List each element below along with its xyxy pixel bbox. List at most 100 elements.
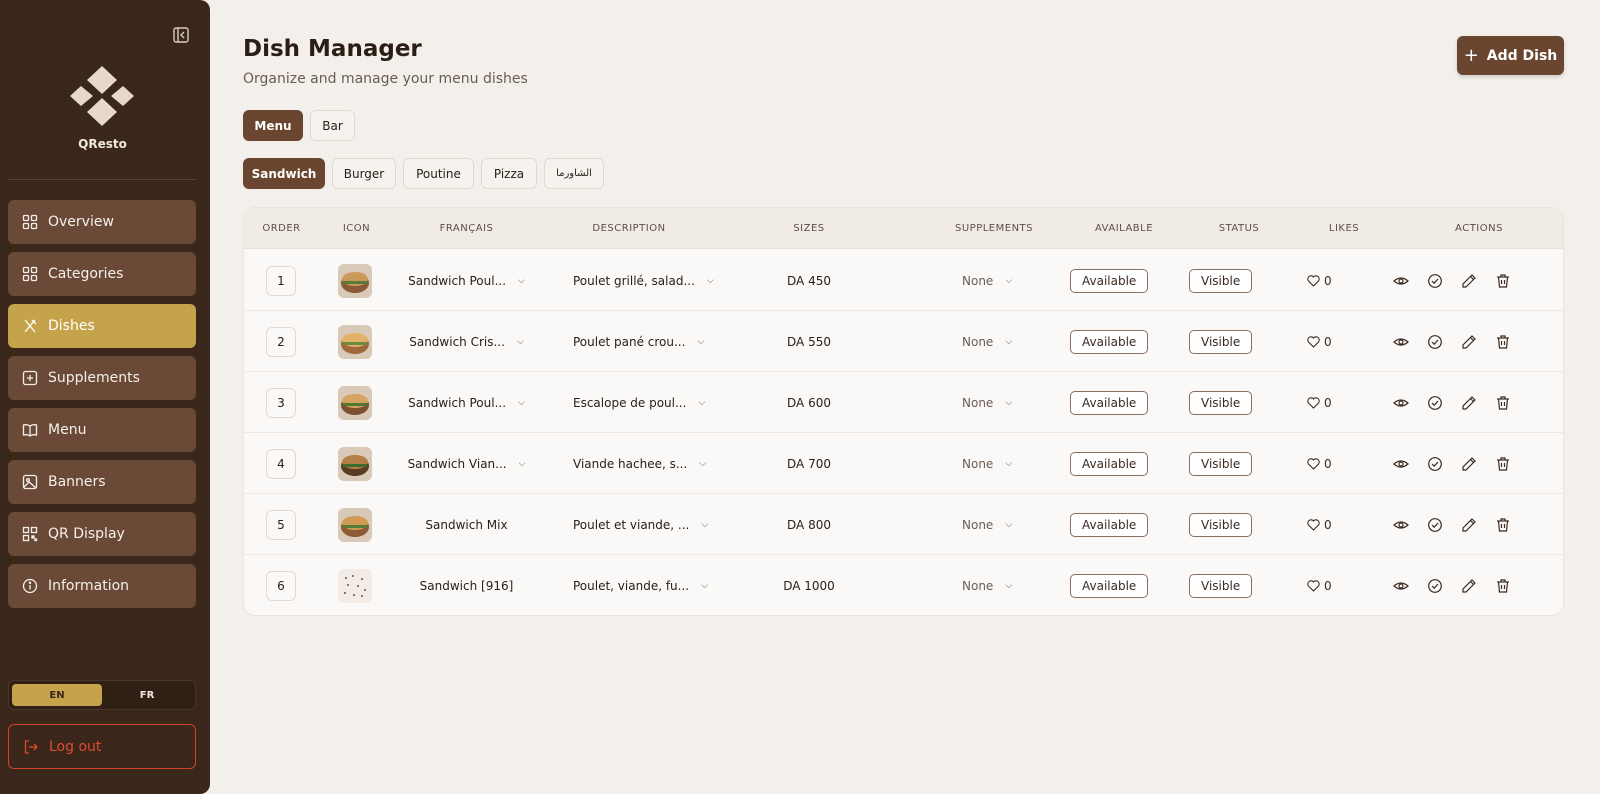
status-toggle[interactable]: Visible — [1189, 451, 1253, 476]
supplements-cell[interactable]: None ⌵ — [962, 433, 1012, 494]
pencil-icon[interactable] — [1461, 395, 1477, 411]
sidebar-item-qr-display[interactable]: QR Display — [8, 512, 196, 556]
table-row: 1 Sandwich Poul... ⌵ Poulet grillé, salad… — [244, 250, 1563, 311]
available-toggle[interactable]: Available — [1070, 451, 1149, 476]
description-cell[interactable]: Poulet grillé, salad... ⌵ — [573, 250, 714, 311]
trash-icon[interactable] — [1495, 517, 1511, 533]
pencil-icon[interactable] — [1461, 456, 1477, 472]
eye-icon[interactable] — [1393, 395, 1409, 411]
eye-icon[interactable] — [1393, 517, 1409, 533]
sidebar-item-dishes[interactable]: Dishes — [8, 304, 196, 348]
supplements-cell[interactable]: None ⌵ — [962, 311, 1012, 372]
order-input[interactable]: 1 — [266, 265, 296, 296]
available-toggle[interactable]: Available — [1070, 268, 1149, 293]
language-fr-button[interactable]: FR — [102, 684, 192, 706]
trash-icon[interactable] — [1495, 273, 1511, 289]
icon-cell — [338, 250, 372, 311]
chevron-down-icon[interactable]: ⌵ — [699, 459, 706, 469]
supplements-cell[interactable]: None ⌵ — [962, 250, 1012, 311]
dish-thumbnail — [338, 568, 372, 603]
chevron-down-icon[interactable]: ⌵ — [1005, 337, 1012, 347]
description-cell[interactable]: Poulet, viande, fu... ⌵ — [573, 555, 708, 615]
pencil-icon[interactable] — [1461, 334, 1477, 350]
name-cell[interactable]: Sandwich Poul... ⌵ — [394, 250, 539, 311]
name-cell[interactable]: Sandwich Poul... ⌵ — [394, 372, 539, 433]
status-toggle[interactable]: Visible — [1189, 268, 1253, 293]
category-tab-poutine[interactable]: Poutine — [403, 158, 474, 189]
chevron-down-icon[interactable]: ⌵ — [1005, 581, 1012, 591]
chevron-down-icon[interactable]: ⌵ — [707, 276, 714, 286]
sidebar-item-categories[interactable]: Categories — [8, 252, 196, 296]
category-tab-pizza[interactable]: Pizza — [481, 158, 537, 189]
tab-menu[interactable]: Menu — [243, 110, 303, 141]
order-input[interactable]: 4 — [266, 448, 296, 479]
order-input[interactable]: 2 — [266, 326, 296, 357]
sidebar-item-supplements[interactable]: Supplements — [8, 356, 196, 400]
chevron-down-icon[interactable]: ⌵ — [519, 459, 526, 469]
check-circle-icon[interactable] — [1427, 578, 1443, 594]
chevron-down-icon[interactable]: ⌵ — [518, 276, 525, 286]
supplements-cell[interactable]: None ⌵ — [962, 372, 1012, 433]
status-toggle[interactable]: Visible — [1189, 512, 1253, 537]
name-cell[interactable]: Sandwich Vian... ⌵ — [394, 433, 539, 494]
check-circle-icon[interactable] — [1427, 273, 1443, 289]
language-en-button[interactable]: EN — [12, 684, 102, 706]
available-toggle[interactable]: Available — [1070, 390, 1149, 415]
available-toggle[interactable]: Available — [1070, 512, 1149, 537]
available-toggle[interactable]: Available — [1070, 329, 1149, 354]
chevron-down-icon[interactable]: ⌵ — [1005, 398, 1012, 408]
description-cell[interactable]: Escalope de poul... ⌵ — [573, 372, 705, 433]
chevron-down-icon[interactable]: ⌵ — [697, 337, 704, 347]
name-cell[interactable]: Sandwich Cris... ⌵ — [394, 311, 539, 372]
description-cell[interactable]: Viande hachee, s... ⌵ — [573, 433, 706, 494]
trash-icon[interactable] — [1495, 456, 1511, 472]
status-toggle[interactable]: Visible — [1189, 573, 1253, 598]
sidebar-item-banners[interactable]: Banners — [8, 460, 196, 504]
check-circle-icon[interactable] — [1427, 395, 1443, 411]
eye-icon[interactable] — [1393, 273, 1409, 289]
chevron-down-icon[interactable]: ⌵ — [701, 520, 708, 530]
description-cell[interactable]: Poulet pané crou... ⌵ — [573, 311, 704, 372]
check-circle-icon[interactable] — [1427, 456, 1443, 472]
add-dish-button[interactable]: + Add Dish — [1457, 36, 1564, 75]
pencil-icon[interactable] — [1461, 273, 1477, 289]
chevron-down-icon[interactable]: ⌵ — [701, 581, 708, 591]
eye-icon[interactable] — [1393, 456, 1409, 472]
chevron-down-icon[interactable]: ⌵ — [517, 337, 524, 347]
trash-icon[interactable] — [1495, 395, 1511, 411]
collapse-sidebar-icon[interactable] — [172, 26, 190, 44]
status-toggle[interactable]: Visible — [1189, 329, 1253, 354]
eye-icon[interactable] — [1393, 334, 1409, 350]
pencil-icon[interactable] — [1461, 517, 1477, 533]
supplements-cell[interactable]: None ⌵ — [962, 555, 1012, 615]
order-input[interactable]: 5 — [266, 509, 296, 540]
eye-icon[interactable] — [1393, 578, 1409, 594]
chevron-down-icon[interactable]: ⌵ — [518, 398, 525, 408]
category-tab-sandwich[interactable]: Sandwich — [243, 158, 325, 189]
chevron-down-icon[interactable]: ⌵ — [698, 398, 705, 408]
trash-icon[interactable] — [1495, 334, 1511, 350]
chevron-down-icon[interactable]: ⌵ — [1005, 459, 1012, 469]
status-toggle[interactable]: Visible — [1189, 390, 1253, 415]
likes-cell: 0 — [1307, 372, 1332, 433]
check-circle-icon[interactable] — [1427, 517, 1443, 533]
sidebar-item-menu[interactable]: Menu — [8, 408, 196, 452]
order-input[interactable]: 6 — [266, 570, 296, 601]
sidebar-item-information[interactable]: Information — [8, 564, 196, 608]
order-input[interactable]: 3 — [266, 387, 296, 418]
chevron-down-icon[interactable]: ⌵ — [1005, 276, 1012, 286]
page-subtitle: Organize and manage your menu dishes — [243, 71, 528, 87]
tab-bar[interactable]: Bar — [310, 110, 355, 141]
supplements-cell[interactable]: None ⌵ — [962, 494, 1012, 555]
trash-icon[interactable] — [1495, 578, 1511, 594]
description-cell[interactable]: Poulet et viande, ... ⌵ — [573, 494, 708, 555]
check-circle-icon[interactable] — [1427, 334, 1443, 350]
chevron-down-icon[interactable]: ⌵ — [1005, 520, 1012, 530]
sidebar-item-overview[interactable]: Overview — [8, 200, 196, 244]
pencil-icon[interactable] — [1461, 578, 1477, 594]
category-tab-shawarma[interactable]: الشاورما — [544, 158, 604, 189]
available-toggle[interactable]: Available — [1070, 573, 1149, 598]
logout-button[interactable]: Log out — [8, 724, 196, 769]
category-tab-burger[interactable]: Burger — [332, 158, 396, 189]
column-header-sizes: SIZES — [793, 223, 825, 234]
